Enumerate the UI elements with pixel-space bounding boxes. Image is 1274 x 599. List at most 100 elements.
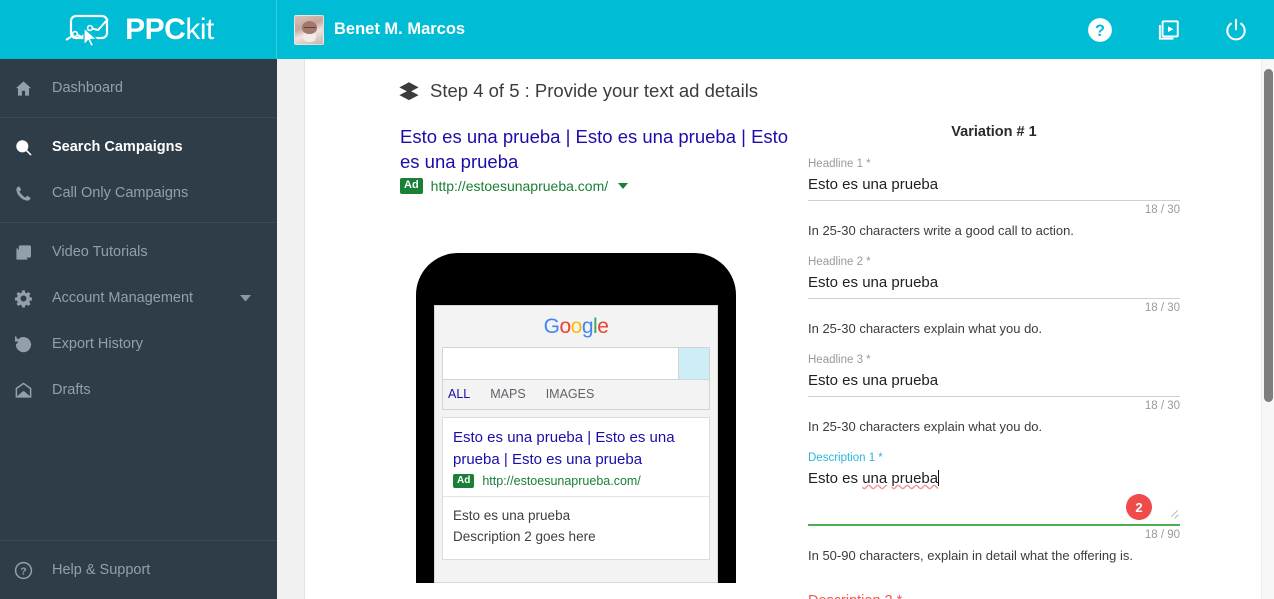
google-logo-char: o [559, 315, 571, 338]
variation-title: Variation # 1 [951, 124, 1037, 140]
sidebar: Dashboard Search Campaigns Call Only Cam… [0, 59, 277, 599]
content-columns: Esto es una prueba | Esto es una prueba … [305, 124, 1261, 599]
sidebar-item-label: Account Management [52, 290, 194, 306]
field-label: Headline 1 * [808, 158, 871, 170]
mobile-ad-description: Esto es una prueba Description 2 goes he… [443, 496, 709, 559]
ad-badge: Ad [400, 178, 423, 194]
mobile-ad-url-row: Ad http://estoesunaprueba.com/ [453, 474, 699, 488]
google-logo-char: e [597, 315, 609, 338]
help-icon[interactable]: ? [1086, 16, 1114, 44]
sidebar-item-account-management[interactable]: Account Management [0, 275, 277, 321]
scrollbar-thumb[interactable] [1264, 69, 1273, 402]
field-hint: In 25-30 characters explain what you do. [808, 419, 1043, 434]
tab-all[interactable]: ALL [448, 387, 470, 401]
headline-1-input[interactable]: Esto es una prueba [808, 172, 1180, 200]
field-label: Headline 2 * [808, 256, 871, 268]
google-logo-char: g [581, 315, 594, 338]
text-cursor [938, 470, 940, 486]
desktop-ad-url[interactable]: http://estoesunaprueba.com/ [431, 178, 608, 194]
field-description-1: Description 1 * Esto es una prueba 2 18 … [808, 450, 1180, 563]
field-underline [808, 200, 1180, 201]
desc1-text-misspelled-2: prueba [891, 470, 939, 487]
brand-logo[interactable]: PPCkit [0, 0, 277, 59]
sidebar-group-1: Dashboard [0, 59, 277, 118]
mobile-ad-desc-line1: Esto es una prueba [453, 508, 571, 523]
layers-icon [399, 82, 419, 101]
phone-icon [14, 184, 52, 203]
desktop-ad-title[interactable]: Esto es una prueba | Esto es una prueba … [400, 124, 790, 174]
mobile-ad-title[interactable]: Esto es una prueba | Esto es una prueba … [453, 427, 699, 471]
top-bar: PPCkit Benet M. Marcos ? [0, 0, 1274, 59]
svg-text:?: ? [1095, 21, 1105, 39]
tab-maps[interactable]: MAPS [490, 387, 525, 401]
field-headline-3: Headline 3 * Esto es una prueba 18 / 30 … [808, 352, 1180, 434]
description-1-textarea[interactable]: Esto es una prueba 2 [808, 466, 1180, 524]
power-icon[interactable] [1222, 16, 1250, 44]
home-icon [14, 79, 52, 98]
field-underline [808, 298, 1180, 299]
step-header-text: Step 4 of 5 : Provide your text ad detai… [430, 80, 759, 101]
field-headline-1: Headline 1 * Esto es una prueba 18 / 30 … [808, 156, 1180, 238]
mobile-search-input[interactable] [443, 348, 678, 379]
mobile-ad-url[interactable]: http://estoesunaprueba.com/ [482, 474, 640, 488]
field-label: Description 1 * [808, 452, 883, 464]
brand-name-bold: PPC [125, 12, 186, 46]
desktop-ad-url-row: Ad http://estoesunaprueba.com/ [400, 178, 790, 194]
sidebar-item-export-history[interactable]: Export History [0, 321, 277, 367]
user-name: Benet M. Marcos [334, 20, 466, 38]
search-icon [14, 138, 52, 157]
ad-preview-column: Esto es una prueba | Esto es una prueba … [400, 124, 790, 599]
field-underline [808, 524, 1180, 526]
sidebar-item-drafts[interactable]: Drafts [0, 367, 277, 413]
description-1-value: Esto es una prueba [808, 466, 1180, 494]
mobile-ad-result: Esto es una prueba | Esto es una prueba … [442, 417, 710, 560]
headline-2-input[interactable]: Esto es una prueba [808, 270, 1180, 298]
sidebar-item-label: Call Only Campaigns [52, 185, 189, 201]
headline-3-input[interactable]: Esto es una prueba [808, 368, 1180, 396]
user-area[interactable]: Benet M. Marcos [277, 14, 1086, 45]
svg-text:?: ? [20, 566, 26, 577]
field-headline-2: Headline 2 * Esto es una prueba 18 / 30 … [808, 254, 1180, 336]
desc1-text-plain: Esto es [808, 470, 863, 487]
brand-name-light: kit [185, 12, 214, 46]
sidebar-item-search-campaigns[interactable]: Search Campaigns [0, 124, 277, 170]
vertical-scrollbar[interactable] [1261, 59, 1274, 599]
sidebar-group-3: Video Tutorials Account Management Expor… [0, 223, 277, 419]
sidebar-item-dashboard[interactable]: Dashboard [0, 65, 277, 111]
sidebar-group-2: Search Campaigns Call Only Campaigns [0, 118, 277, 223]
sidebar-item-label: Drafts [52, 382, 91, 398]
video-library-icon[interactable] [1154, 16, 1182, 44]
resize-handle-icon[interactable] [1169, 509, 1179, 520]
sidebar-item-label: Video Tutorials [52, 244, 148, 260]
sidebar-item-label: Help & Support [52, 562, 151, 578]
mobile-preview-screen: Google ALL MAPS IMAGES Esto es una prueb… [434, 305, 718, 583]
field-counter: 18 / 90 [1144, 529, 1180, 541]
help-circle-icon: ? [14, 561, 52, 580]
mobile-search-button[interactable] [678, 348, 709, 379]
field-counter: 18 / 30 [1144, 302, 1180, 314]
sidebar-item-call-only-campaigns[interactable]: Call Only Campaigns [0, 170, 277, 216]
desc1-text-misspelled-1: una [862, 470, 888, 487]
sidebar-item-help-support[interactable]: ? Help & Support [0, 547, 277, 593]
sidebar-footer: ? Help & Support [0, 540, 277, 599]
google-logo-char: o [570, 315, 583, 338]
tab-images[interactable]: IMAGES [546, 387, 595, 401]
google-logo-char: G [543, 315, 560, 338]
video-icon [14, 243, 52, 262]
status-badge: 2 [1126, 494, 1152, 520]
mobile-search-box [442, 347, 710, 380]
desktop-ad-preview: Esto es una prueba | Esto es una prueba … [400, 124, 790, 194]
ad-badge: Ad [453, 474, 475, 488]
field-hint: In 50-90 characters, explain in detail w… [808, 548, 1133, 563]
sidebar-item-label: Dashboard [52, 80, 123, 96]
field-label[interactable]: Description 2 * [808, 593, 1180, 599]
app-root: PPCkit Benet M. Marcos ? Dashboard Searc… [0, 0, 1274, 599]
chevron-down-icon[interactable] [618, 183, 629, 189]
mail-icon [14, 381, 52, 400]
mobile-search-tabs: ALL MAPS IMAGES [442, 380, 710, 410]
field-hint: In 25-30 characters write a good call to… [808, 223, 1074, 238]
content-gutter [277, 59, 305, 599]
mobile-ad-desc-line2: Description 2 goes here [453, 529, 596, 544]
sidebar-item-video-tutorials[interactable]: Video Tutorials [0, 229, 277, 275]
